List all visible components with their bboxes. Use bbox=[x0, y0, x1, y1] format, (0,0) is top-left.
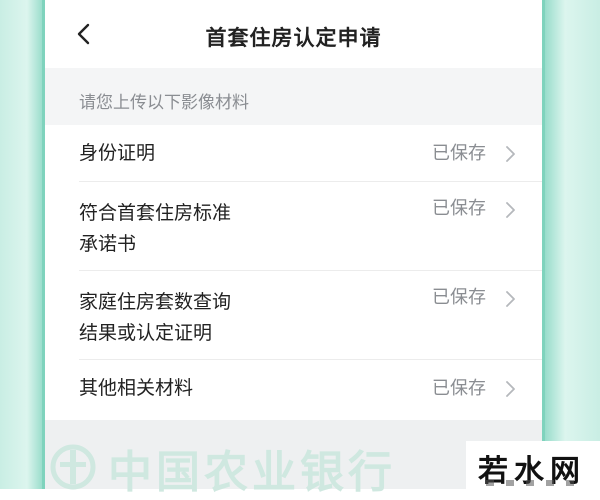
item-status: 已保存 bbox=[432, 287, 486, 308]
nav-bar: 首套住房认定申请 bbox=[45, 0, 542, 68]
item-status: 已保存 bbox=[432, 143, 486, 164]
item-label-line: 承诺书 bbox=[79, 233, 137, 255]
item-label: 家庭住房套数查询 结果或认定证明 bbox=[79, 287, 231, 349]
list-item-id-proof[interactable]: 身份证明 已保存 bbox=[45, 125, 542, 182]
list-item-housing-query[interactable]: 家庭住房套数查询 结果或认定证明 已保存 bbox=[45, 271, 542, 360]
frame-left-border bbox=[0, 0, 45, 489]
chevron-right-icon bbox=[506, 202, 515, 218]
item-label-line: 符合首套住房标准 bbox=[79, 202, 232, 224]
item-label: 符合首套住房标准 承诺书 bbox=[79, 198, 231, 260]
item-label-line: 结果或认定证明 bbox=[79, 322, 213, 344]
section-hint: 请您上传以下影像材料 bbox=[79, 93, 249, 113]
item-status: 已保存 bbox=[432, 198, 486, 219]
item-label: 身份证明 bbox=[79, 138, 155, 169]
list-item-commitment-letter[interactable]: 符合首套住房标准 承诺书 已保存 bbox=[45, 182, 542, 271]
bank-logo-icon bbox=[50, 444, 96, 490]
site-watermark-url bbox=[486, 480, 582, 486]
chevron-right-icon bbox=[506, 291, 515, 307]
materials-list: 身份证明 已保存 符合首套住房标准 承诺书 已保存 家庭住房套数查询 结果或认定… bbox=[45, 125, 542, 420]
page-title: 首套住房认定申请 bbox=[205, 26, 382, 50]
bank-name-watermark: 中国农业银行 bbox=[108, 447, 396, 498]
item-label-line: 家庭住房套数查询 bbox=[79, 291, 232, 313]
list-item-other-materials[interactable]: 其他相关材料 已保存 bbox=[45, 360, 542, 420]
item-label: 其他相关材料 bbox=[79, 373, 193, 404]
chevron-right-icon bbox=[506, 381, 515, 397]
item-status: 已保存 bbox=[432, 378, 486, 399]
phone-screen: 首套住房认定申请 请您上传以下影像材料 身份证明 已保存 符合首套住房标准 承诺… bbox=[45, 0, 542, 489]
chevron-right-icon bbox=[506, 146, 515, 162]
item-label-line: 其他相关材料 bbox=[79, 377, 194, 399]
item-label-line: 身份证明 bbox=[79, 142, 156, 164]
frame-right-border bbox=[542, 0, 600, 489]
